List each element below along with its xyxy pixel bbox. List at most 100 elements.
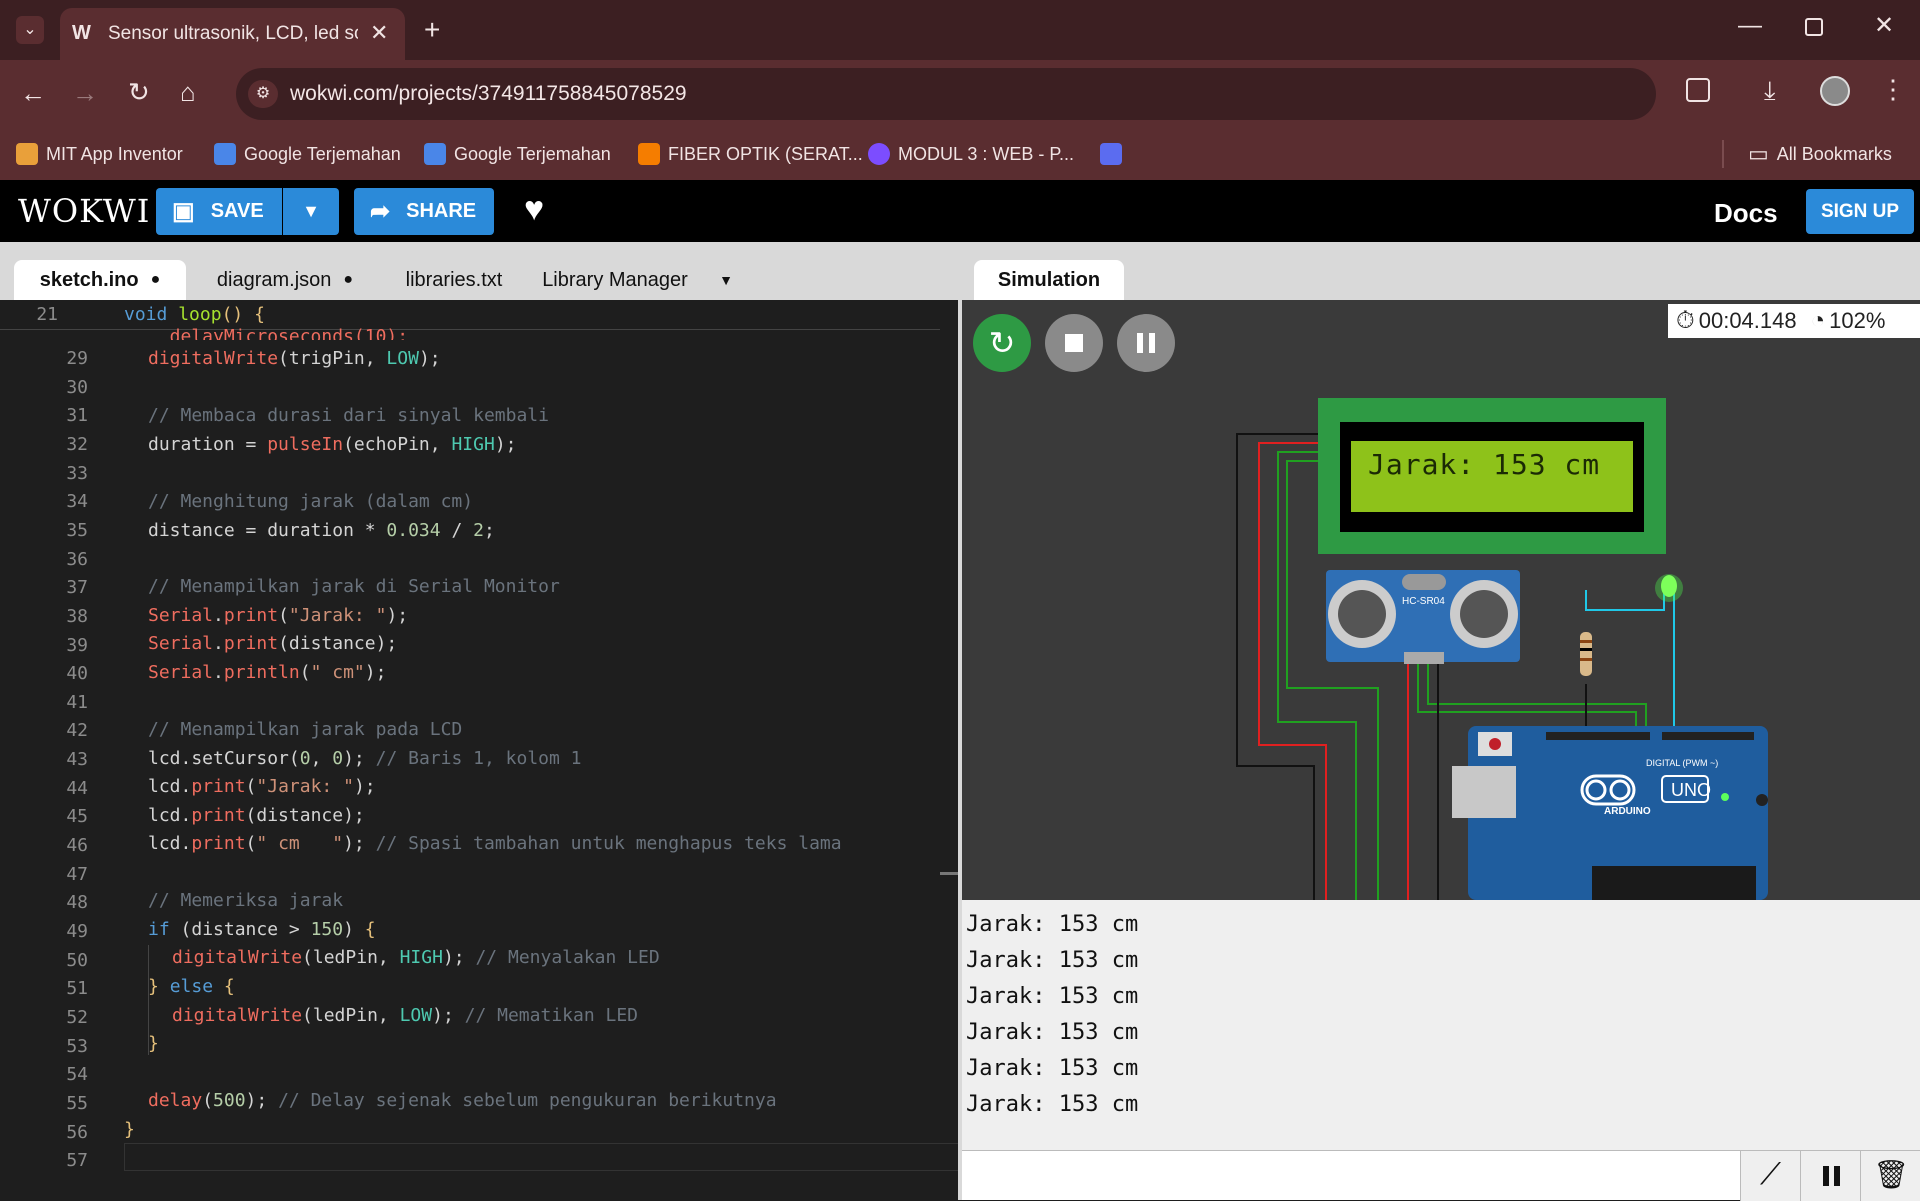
download-icon[interactable]: ⤓ <box>1764 77 1776 103</box>
board-brand: ARDUINO <box>1604 806 1651 817</box>
code-line: duration = pulseIn(echoPin, HIGH); <box>148 434 517 455</box>
code-line: lcd.print(" cm "); // Spasi tambahan unt… <box>148 833 842 854</box>
code-line: } <box>124 1119 135 1140</box>
bookmark-item[interactable]: Google Terjemahan <box>424 142 611 166</box>
pause-serial-button[interactable] <box>1801 1151 1861 1201</box>
url-text[interactable]: wokwi.com/projects/374911758845078529 <box>290 82 687 106</box>
site-info-icon[interactable]: ⚙ <box>248 80 278 108</box>
back-icon[interactable]: ← <box>20 80 46 106</box>
sign-up-button[interactable]: SIGN UP <box>1806 189 1914 234</box>
all-bookmarks[interactable]: ▭ All Bookmarks <box>1748 141 1892 166</box>
serial-line: Jarak: 153 cm <box>966 1020 1139 1045</box>
wokwi-logo[interactable]: WOKWI <box>18 192 150 230</box>
bookmark-item[interactable]: FIBER OPTIK (SERAT... <box>638 142 863 166</box>
lcd-display-text: Jarak: 153 cm <box>1368 448 1601 481</box>
line-number: 56 <box>66 1121 88 1143</box>
simulation-canvas[interactable]: ↻ ⏱ 00:04.148 ◔ 102% Jarak: 153 cm HC-SR… <box>962 300 1920 900</box>
code-line: if (distance > 150) { <box>148 919 376 940</box>
line-number: 44 <box>66 777 88 799</box>
line-number: 53 <box>66 1035 88 1057</box>
forward-icon[interactable]: → <box>72 80 98 106</box>
close-window-icon[interactable]: ✕ <box>1874 14 1894 38</box>
minimize-icon[interactable]: — <box>1738 14 1762 38</box>
tab-diagram-json[interactable]: diagram.json ● <box>200 260 370 300</box>
line-number: 42 <box>66 720 88 742</box>
line-number: 40 <box>66 663 88 685</box>
digital-label: DIGITAL (PWM ~) <box>1646 758 1719 768</box>
tab-list-chevron-icon[interactable]: ⌄ <box>16 16 44 44</box>
simulation-tabs: Simulation <box>960 242 1920 300</box>
line-number: 52 <box>66 1006 88 1028</box>
bookmark-item[interactable]: MIT App Inventor <box>16 142 183 166</box>
profile-avatar[interactable] <box>1820 76 1850 106</box>
bookmarks-bar: MIT App Inventor Google Terjemahan Googl… <box>0 128 1920 180</box>
line-number: 37 <box>66 577 88 599</box>
line-number: 50 <box>66 949 88 971</box>
code-line: delay(500); // Delay sejenak sebelum pen… <box>148 1090 777 1111</box>
line-number: 47 <box>66 863 88 885</box>
serial-toolbar: ⟋ 🗑 <box>1740 1151 1920 1201</box>
line-number: 41 <box>66 691 88 713</box>
line-number: 33 <box>66 462 88 484</box>
address-bar[interactable]: ⚙ wokwi.com/projects/374911758845078529 <box>236 68 1656 120</box>
code-line: digitalWrite(ledPin, LOW); // Mematikan … <box>172 1005 639 1026</box>
tabs-dropdown-icon[interactable]: ▼ <box>714 260 738 300</box>
code-line: Serial.print(distance); <box>148 633 398 654</box>
reload-icon[interactable]: ↻ <box>128 79 150 105</box>
code-line: // Memeriksa jarak <box>148 890 344 911</box>
restore-icon[interactable] <box>1805 18 1823 36</box>
code-line: lcd.print(distance); <box>148 805 365 826</box>
save-dropdown-button[interactable]: ▼ <box>283 188 339 235</box>
code-line: // Menampilkan jarak pada LCD <box>148 719 463 740</box>
code-line: Serial.println(" cm"); <box>148 662 387 683</box>
bookmark-item[interactable]: Google Terjemahan <box>214 142 401 166</box>
bookmark-item[interactable] <box>1100 142 1122 166</box>
code-line: lcd.print("Jarak: "); <box>148 776 376 797</box>
home-icon[interactable]: ⌂ <box>180 79 196 105</box>
scrollbar-thumb[interactable] <box>940 872 960 875</box>
line-number: 35 <box>66 519 88 541</box>
modul-icon <box>868 143 890 165</box>
tab-libraries-txt[interactable]: libraries.txt <box>384 260 524 300</box>
browser-tab[interactable]: W Sensor ultrasonik, LCD, led sohi ✕ <box>60 8 405 60</box>
pause-icon <box>1834 1166 1840 1186</box>
serial-input-field[interactable]: ⟋ 🗑 <box>962 1150 1920 1201</box>
close-tab-icon[interactable]: ✕ <box>370 20 388 46</box>
unsaved-dot-icon: ● <box>150 271 161 288</box>
sticky-scroll-header: 21 void loop() { <box>0 300 940 330</box>
code-editor[interactable]: 21 void loop() { delayMicroseconds(10); … <box>0 300 960 1200</box>
code-line: // Menampilkan jarak di Serial Monitor <box>148 576 560 597</box>
line-number: 51 <box>66 978 88 1000</box>
line-number: 54 <box>66 1064 88 1086</box>
save-button[interactable]: ▣ SAVE <box>156 188 282 235</box>
share-button[interactable]: ➦ SHARE <box>354 188 494 235</box>
menu-kebab-icon[interactable]: ⋮ <box>1880 76 1906 102</box>
board-label: UNO <box>1671 780 1711 800</box>
google-translate-icon <box>214 143 236 165</box>
code-line: } else { <box>148 976 235 997</box>
line-number: 31 <box>66 405 88 427</box>
plotter-chart-icon[interactable]: ⟋ <box>1741 1151 1801 1201</box>
blogger-icon <box>638 143 660 165</box>
tab-simulation[interactable]: Simulation <box>974 260 1124 300</box>
line-number: 30 <box>66 376 88 398</box>
tab-title: Sensor ultrasonik, LCD, led sohi <box>108 23 358 44</box>
tab-sketch-ino[interactable]: sketch.ino ● <box>14 260 186 300</box>
extensions-icon[interactable] <box>1686 78 1710 102</box>
app-icon <box>1100 143 1122 165</box>
serial-line: Jarak: 153 cm <box>966 1056 1139 1081</box>
docs-link[interactable]: Docs <box>1714 198 1778 229</box>
resistor <box>1580 632 1592 676</box>
line-number: 45 <box>66 806 88 828</box>
line-number: 48 <box>66 892 88 914</box>
code-line: Serial.print("Jarak: "); <box>148 605 409 626</box>
new-tab-icon[interactable]: + <box>424 16 440 44</box>
current-line-highlight <box>124 1143 960 1171</box>
trash-icon[interactable]: 🗑 <box>1861 1151 1920 1201</box>
save-icon: ▣ <box>172 198 195 225</box>
tab-library-manager[interactable]: Library Manager <box>530 260 700 300</box>
serial-monitor-output: Jarak: 153 cm Jarak: 153 cm Jarak: 153 c… <box>962 900 1920 1150</box>
heart-icon[interactable]: ♥ <box>524 190 544 229</box>
bookmark-item[interactable]: MODUL 3 : WEB - P... <box>868 142 1074 166</box>
line-number: 21 <box>36 304 58 325</box>
